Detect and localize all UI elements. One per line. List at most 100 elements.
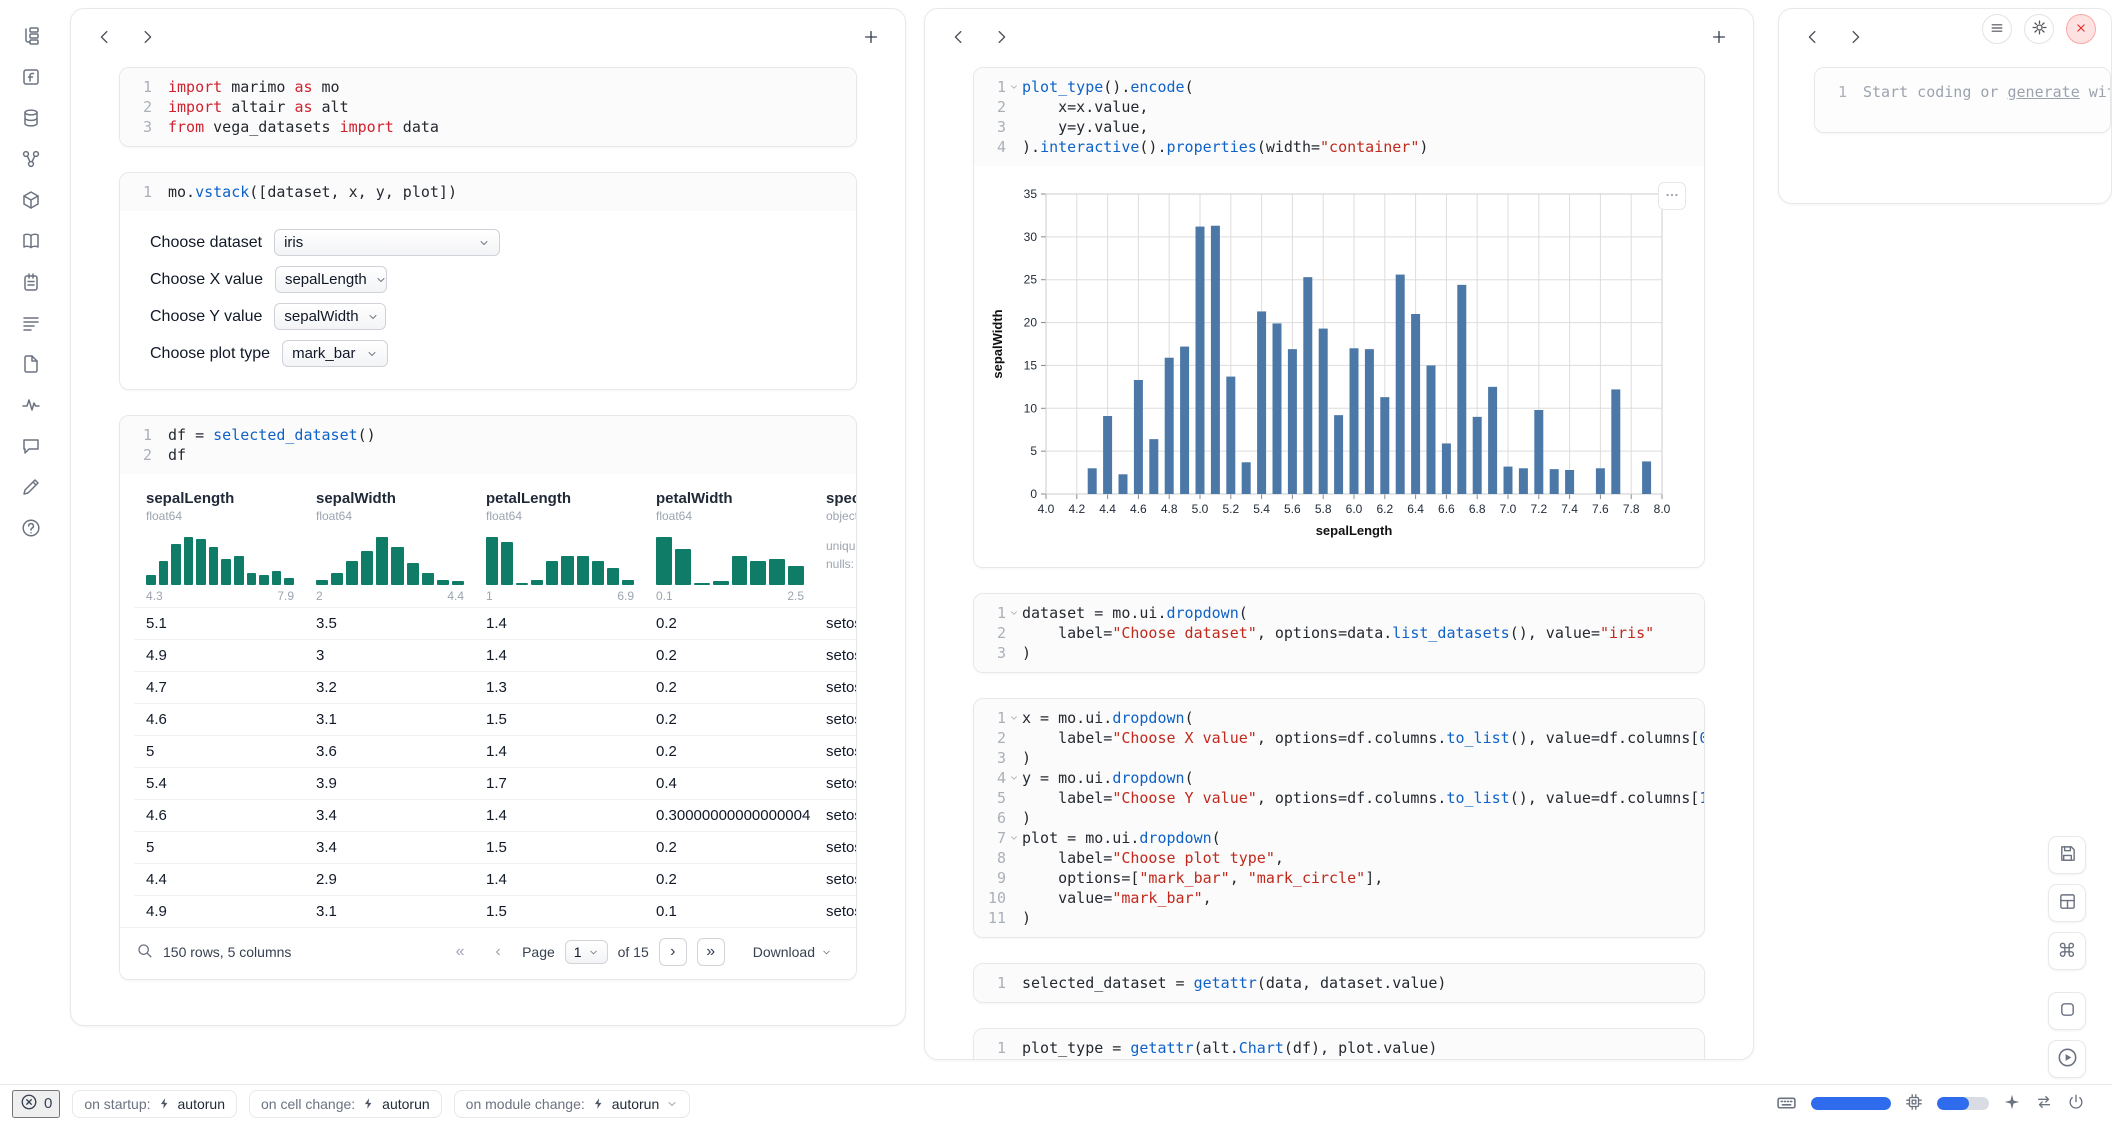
next-page-button[interactable]: › bbox=[659, 938, 687, 966]
chip-value: autorun bbox=[612, 1096, 659, 1112]
generate-with-ai-link[interactable]: generate bbox=[2008, 83, 2080, 101]
table-row[interactable]: 5.43.91.70.4setosa bbox=[134, 767, 856, 799]
settings-button[interactable] bbox=[2024, 14, 2054, 44]
table-row[interactable]: 4.63.41.40.30000000000000004setosa bbox=[134, 799, 856, 831]
line-number: 4 bbox=[974, 768, 1006, 788]
ai-assistant-button[interactable] bbox=[2003, 1093, 2021, 1114]
code-editor-dataset[interactable]: 1dataset = mo.ui.dropdown(2 label="Choos… bbox=[974, 594, 1704, 672]
column-move-left-button[interactable] bbox=[91, 24, 119, 52]
table-row[interactable]: 53.61.40.2setosa bbox=[134, 735, 856, 767]
column-move-right-button[interactable] bbox=[987, 24, 1015, 52]
fold-marker bbox=[1006, 643, 1022, 663]
dataset-dropdown[interactable]: iris bbox=[274, 229, 500, 256]
table-row[interactable]: 53.41.50.2setosa bbox=[134, 831, 856, 863]
previous-page-button[interactable]: ‹ bbox=[484, 938, 512, 966]
keyboard-button[interactable] bbox=[1776, 1092, 1797, 1116]
code-editor-vstack[interactable]: 1mo.vstack([dataset, x, y, plot]) bbox=[120, 173, 856, 211]
sidebar-packages-icon[interactable] bbox=[17, 186, 45, 214]
table-row[interactable]: 4.931.40.2setosa bbox=[134, 639, 856, 671]
line-number: 1 bbox=[974, 603, 1006, 623]
column-header-petalWidth[interactable]: petalWidthfloat640.12.5 bbox=[644, 480, 814, 607]
table-row[interactable]: 4.73.21.30.2setosa bbox=[134, 671, 856, 703]
fold-marker[interactable] bbox=[1006, 828, 1022, 848]
page-number-select[interactable]: 1 bbox=[565, 940, 608, 964]
plot-type-dropdown[interactable]: mark_bar bbox=[282, 340, 388, 367]
fold-marker bbox=[1006, 888, 1022, 908]
column-move-right-button[interactable] bbox=[133, 24, 161, 52]
column-move-right-button[interactable] bbox=[1841, 24, 1869, 52]
add-column-button[interactable] bbox=[1705, 24, 1733, 52]
fold-marker[interactable] bbox=[1006, 603, 1022, 623]
on-cell-change-chip[interactable]: on cell change: autorun bbox=[249, 1090, 442, 1118]
fold-marker bbox=[1006, 788, 1022, 808]
line-number: 3 bbox=[120, 117, 152, 137]
table-search-button[interactable] bbox=[136, 942, 153, 962]
x-value-dropdown[interactable]: sepalLength bbox=[275, 266, 387, 293]
download-button[interactable]: Download bbox=[747, 943, 838, 961]
code-editor-plot-type[interactable]: 1plot_type = getattr(alt.Chart(df), plot… bbox=[974, 1029, 1704, 1060]
code-editor-plot[interactable]: 1plot_type().encode(2 x=x.value,3 y=y.va… bbox=[974, 68, 1704, 166]
add-column-button[interactable] bbox=[857, 24, 885, 52]
code-line: 6) bbox=[974, 808, 1694, 828]
sidebar-logs-icon[interactable] bbox=[17, 309, 45, 337]
memory-meter[interactable] bbox=[1811, 1097, 1891, 1110]
bar-chart[interactable]: 4.04.24.44.64.85.05.25.45.65.86.06.26.46… bbox=[988, 178, 1696, 561]
on-module-change-chip[interactable]: on module change: autorun bbox=[454, 1090, 691, 1118]
run-all-button[interactable] bbox=[2048, 1040, 2086, 1078]
column-move-left-button[interactable] bbox=[945, 24, 973, 52]
power-button[interactable] bbox=[2067, 1093, 2085, 1114]
column-header-petalLength[interactable]: petalLengthfloat6416.9 bbox=[474, 480, 644, 607]
chart-actions-button[interactable] bbox=[1658, 182, 1686, 210]
swap-runtime-button[interactable] bbox=[2035, 1093, 2053, 1114]
y-value-dropdown[interactable]: sepalWidth bbox=[274, 303, 386, 330]
sidebar-pen-icon[interactable] bbox=[17, 473, 45, 501]
last-page-button[interactable]: » bbox=[697, 938, 725, 966]
sidebar-chat-icon[interactable] bbox=[17, 432, 45, 460]
on-startup-chip[interactable]: on startup: autorun bbox=[72, 1090, 237, 1118]
code-editor-dropdowns[interactable]: 1x = mo.ui.dropdown(2 label="Choose X va… bbox=[974, 699, 1704, 937]
sidebar-marimo-file-icon[interactable] bbox=[17, 63, 45, 91]
sidebar-dependency-graph-icon[interactable] bbox=[17, 145, 45, 173]
fold-marker bbox=[1006, 808, 1022, 828]
column-header-sepalWidth[interactable]: sepalWidthfloat6424.4 bbox=[304, 480, 474, 607]
error-count-indicator[interactable]: 0 bbox=[12, 1090, 60, 1118]
shutdown-button[interactable] bbox=[2066, 14, 2096, 44]
plus-icon bbox=[1710, 28, 1728, 49]
svg-text:20: 20 bbox=[1024, 316, 1038, 330]
sidebar-help-icon[interactable] bbox=[17, 514, 45, 542]
column-header-sepalLength[interactable]: sepalLengthfloat644.37.9 bbox=[134, 480, 304, 607]
keyboard-shortcuts-button[interactable]: ⌘ bbox=[2048, 932, 2086, 970]
code-editor-empty[interactable]: 1 Start coding or generate with AI bbox=[1815, 68, 2110, 132]
sidebar-tracing-icon[interactable] bbox=[17, 391, 45, 419]
table-row[interactable]: 4.93.11.50.1setosa bbox=[134, 895, 856, 927]
cpu-meter[interactable] bbox=[1937, 1097, 1989, 1110]
fold-marker[interactable] bbox=[1006, 77, 1022, 97]
column-move-left-button[interactable] bbox=[1799, 24, 1827, 52]
code-line: 2 x=x.value, bbox=[974, 97, 1694, 117]
table-row[interactable]: 4.42.91.40.2setosa bbox=[134, 863, 856, 895]
save-button[interactable] bbox=[2048, 836, 2086, 874]
fold-marker[interactable] bbox=[1006, 708, 1022, 728]
cpu-button[interactable] bbox=[1905, 1093, 1923, 1114]
fold-marker[interactable] bbox=[1006, 768, 1022, 788]
table-row[interactable]: 4.63.11.50.2setosa bbox=[134, 703, 856, 735]
layout-toggle-button[interactable] bbox=[2048, 884, 2086, 922]
circle-x-icon bbox=[20, 1093, 38, 1115]
sidebar-scratchpad-icon[interactable] bbox=[17, 268, 45, 296]
code-cell-dropdowns: 1x = mo.ui.dropdown(2 label="Choose X va… bbox=[973, 698, 1705, 938]
sidebar-documentation-icon[interactable] bbox=[17, 227, 45, 255]
column-header-species[interactable]: speciesobjectunique:nulls: bbox=[814, 480, 856, 607]
sidebar-datasources-icon[interactable] bbox=[17, 104, 45, 132]
code-editor-dataframe[interactable]: 1df = selected_dataset()2df bbox=[120, 416, 856, 474]
table-row[interactable]: 5.13.51.40.2setosa bbox=[134, 607, 856, 639]
notebook-menu-button[interactable] bbox=[1982, 14, 2012, 44]
svg-text:5.4: 5.4 bbox=[1253, 502, 1270, 516]
sidebar-file-explorer-icon[interactable] bbox=[17, 22, 45, 50]
svg-text:15: 15 bbox=[1024, 358, 1038, 372]
code-editor-imports[interactable]: 1import marimo as mo2import altair as al… bbox=[120, 68, 856, 146]
sidebar-snippets-icon[interactable] bbox=[17, 350, 45, 378]
scratchpad-button[interactable] bbox=[2048, 992, 2086, 1030]
choose-x-label: Choose X value bbox=[150, 271, 263, 289]
code-editor-selected-dataset[interactable]: 1selected_dataset = getattr(data, datase… bbox=[974, 964, 1704, 1002]
first-page-button[interactable]: « bbox=[446, 938, 474, 966]
